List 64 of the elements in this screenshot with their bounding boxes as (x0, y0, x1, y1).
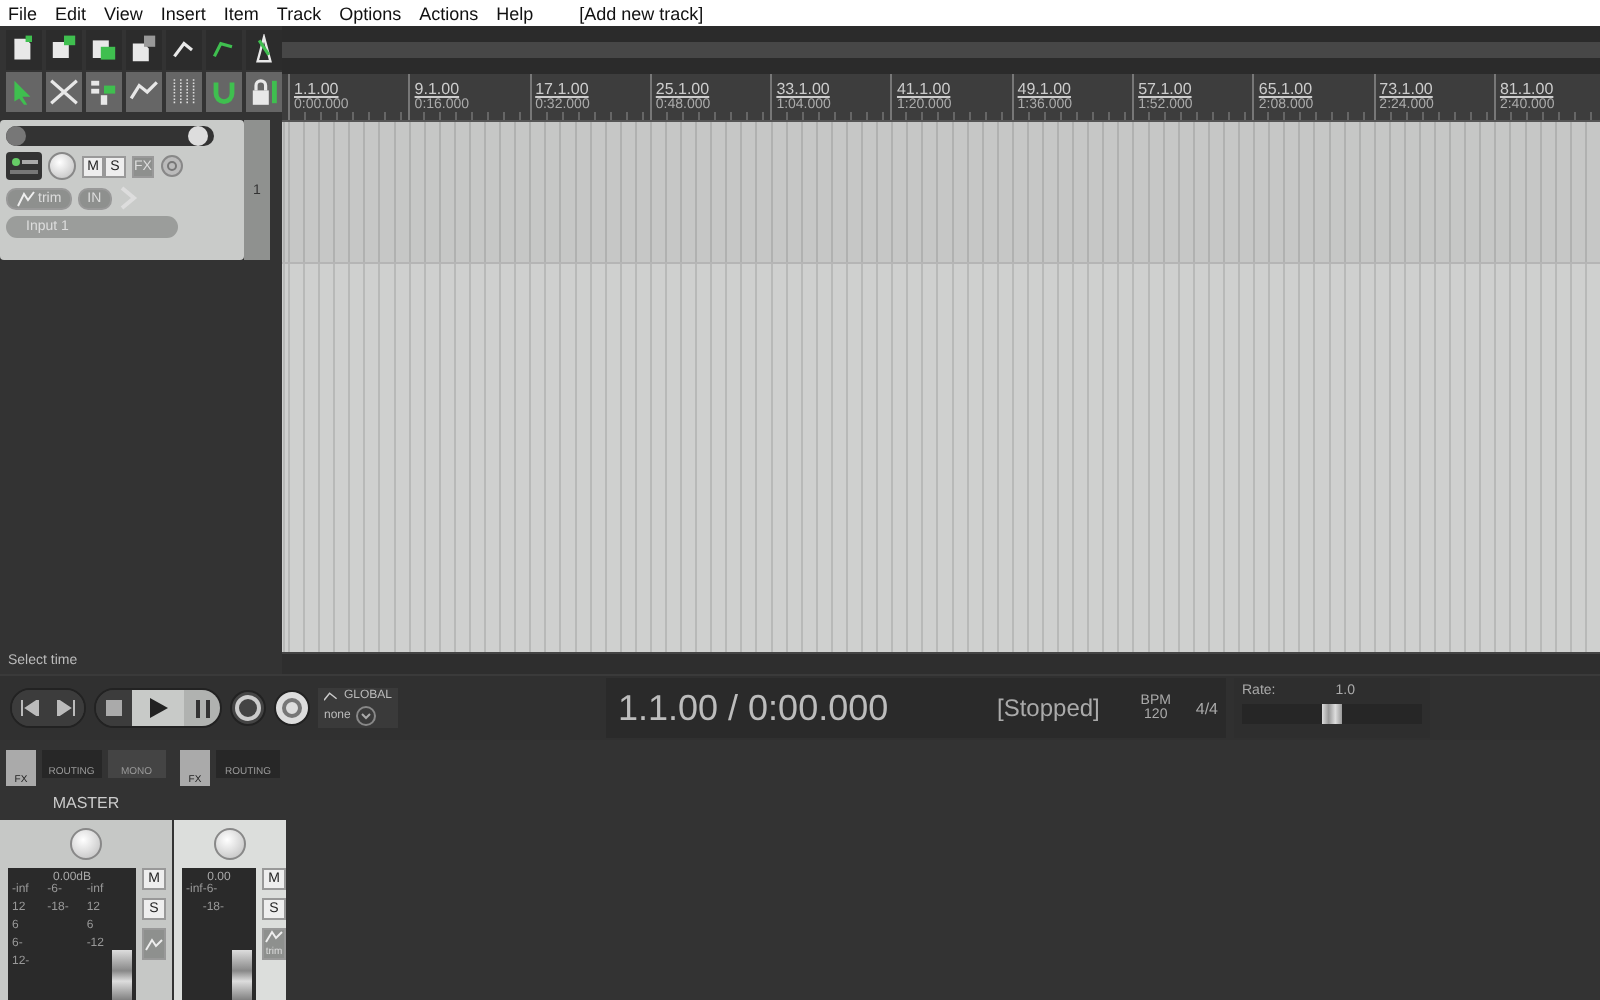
skip-end-icon (56, 700, 76, 716)
dropdown-icon (356, 706, 377, 726)
toolbar-button[interactable] (86, 30, 122, 70)
toolbar-button[interactable] (166, 30, 202, 70)
menu-item[interactable]: Track (276, 3, 322, 23)
bar-label: 57.1.00 (1138, 80, 1194, 98)
bar-label: 65.1.00 (1258, 80, 1315, 98)
bar-label: 33.1.00 (776, 80, 832, 98)
add-track-link[interactable]: [Add new track] (579, 3, 704, 23)
pan-knob[interactable] (70, 828, 102, 860)
envelope-icon (16, 189, 36, 207)
record-arm-icon (6, 152, 42, 180)
slider-thumb[interactable] (1322, 704, 1342, 724)
bar-label: 9.1.00 (414, 80, 462, 98)
bar-label: 73.1.00 (1379, 80, 1435, 98)
time-signature: 4/4 (1195, 699, 1218, 717)
envelope-icon (144, 937, 164, 951)
menu-item[interactable]: View (104, 3, 143, 23)
bar-label: 41.1.00 (896, 80, 953, 98)
play-icon (149, 698, 167, 718)
time-position: 1.1.00 / 0:00.000 (618, 687, 889, 729)
fader-handle[interactable] (112, 950, 132, 1000)
envelope-icon (324, 690, 338, 702)
pause-icon (195, 699, 209, 717)
track-name: MASTER (52, 794, 120, 812)
envelope-icon (264, 930, 285, 944)
toolbar-button[interactable] (206, 30, 242, 70)
repeat-icon (280, 696, 304, 720)
pan-knob[interactable] (48, 152, 76, 180)
repeat-button[interactable] (274, 690, 310, 726)
toolbar-button[interactable] (6, 30, 42, 70)
fader-handle[interactable] (232, 950, 253, 1000)
bar-label: 49.1.00 (1017, 80, 1073, 98)
page-icon (128, 34, 160, 66)
menu-item[interactable]: Help (496, 3, 534, 23)
bar-label: 1.1.00 (294, 80, 341, 98)
trim-button[interactable] (142, 928, 166, 960)
bar-label: 17.1.00 (535, 80, 591, 98)
menu-item[interactable]: Item (223, 3, 259, 23)
track-lane[interactable] (282, 122, 1600, 264)
volume-slider[interactable] (6, 126, 214, 146)
play-state: [Stopped] (997, 694, 1100, 722)
play-button[interactable] (132, 690, 184, 726)
bar-label: 25.1.00 (655, 80, 712, 98)
menu-item[interactable]: Insert (160, 3, 206, 23)
menu-item[interactable]: Actions (419, 3, 479, 23)
toolbar-button[interactable] (246, 30, 282, 70)
menu-item[interactable]: File (8, 3, 38, 23)
skip-start-icon (20, 700, 40, 716)
toolbar-button[interactable] (46, 30, 82, 70)
bar-label: 81.1.00 (1499, 80, 1556, 98)
slider-thumb[interactable] (187, 126, 208, 146)
magnet-icon (208, 76, 240, 108)
menu-item[interactable]: Edit (55, 3, 87, 23)
pause-button[interactable] (184, 690, 220, 726)
menu-item[interactable]: Options (339, 3, 402, 23)
phase-icon (160, 154, 184, 178)
stop-icon (106, 700, 122, 716)
record-button[interactable] (230, 690, 266, 726)
circle-icon (234, 694, 262, 722)
rate-slider[interactable] (1242, 704, 1422, 724)
lock-icon (248, 76, 280, 108)
toolbar-button[interactable] (126, 30, 162, 70)
pan-knob[interactable] (214, 828, 246, 860)
